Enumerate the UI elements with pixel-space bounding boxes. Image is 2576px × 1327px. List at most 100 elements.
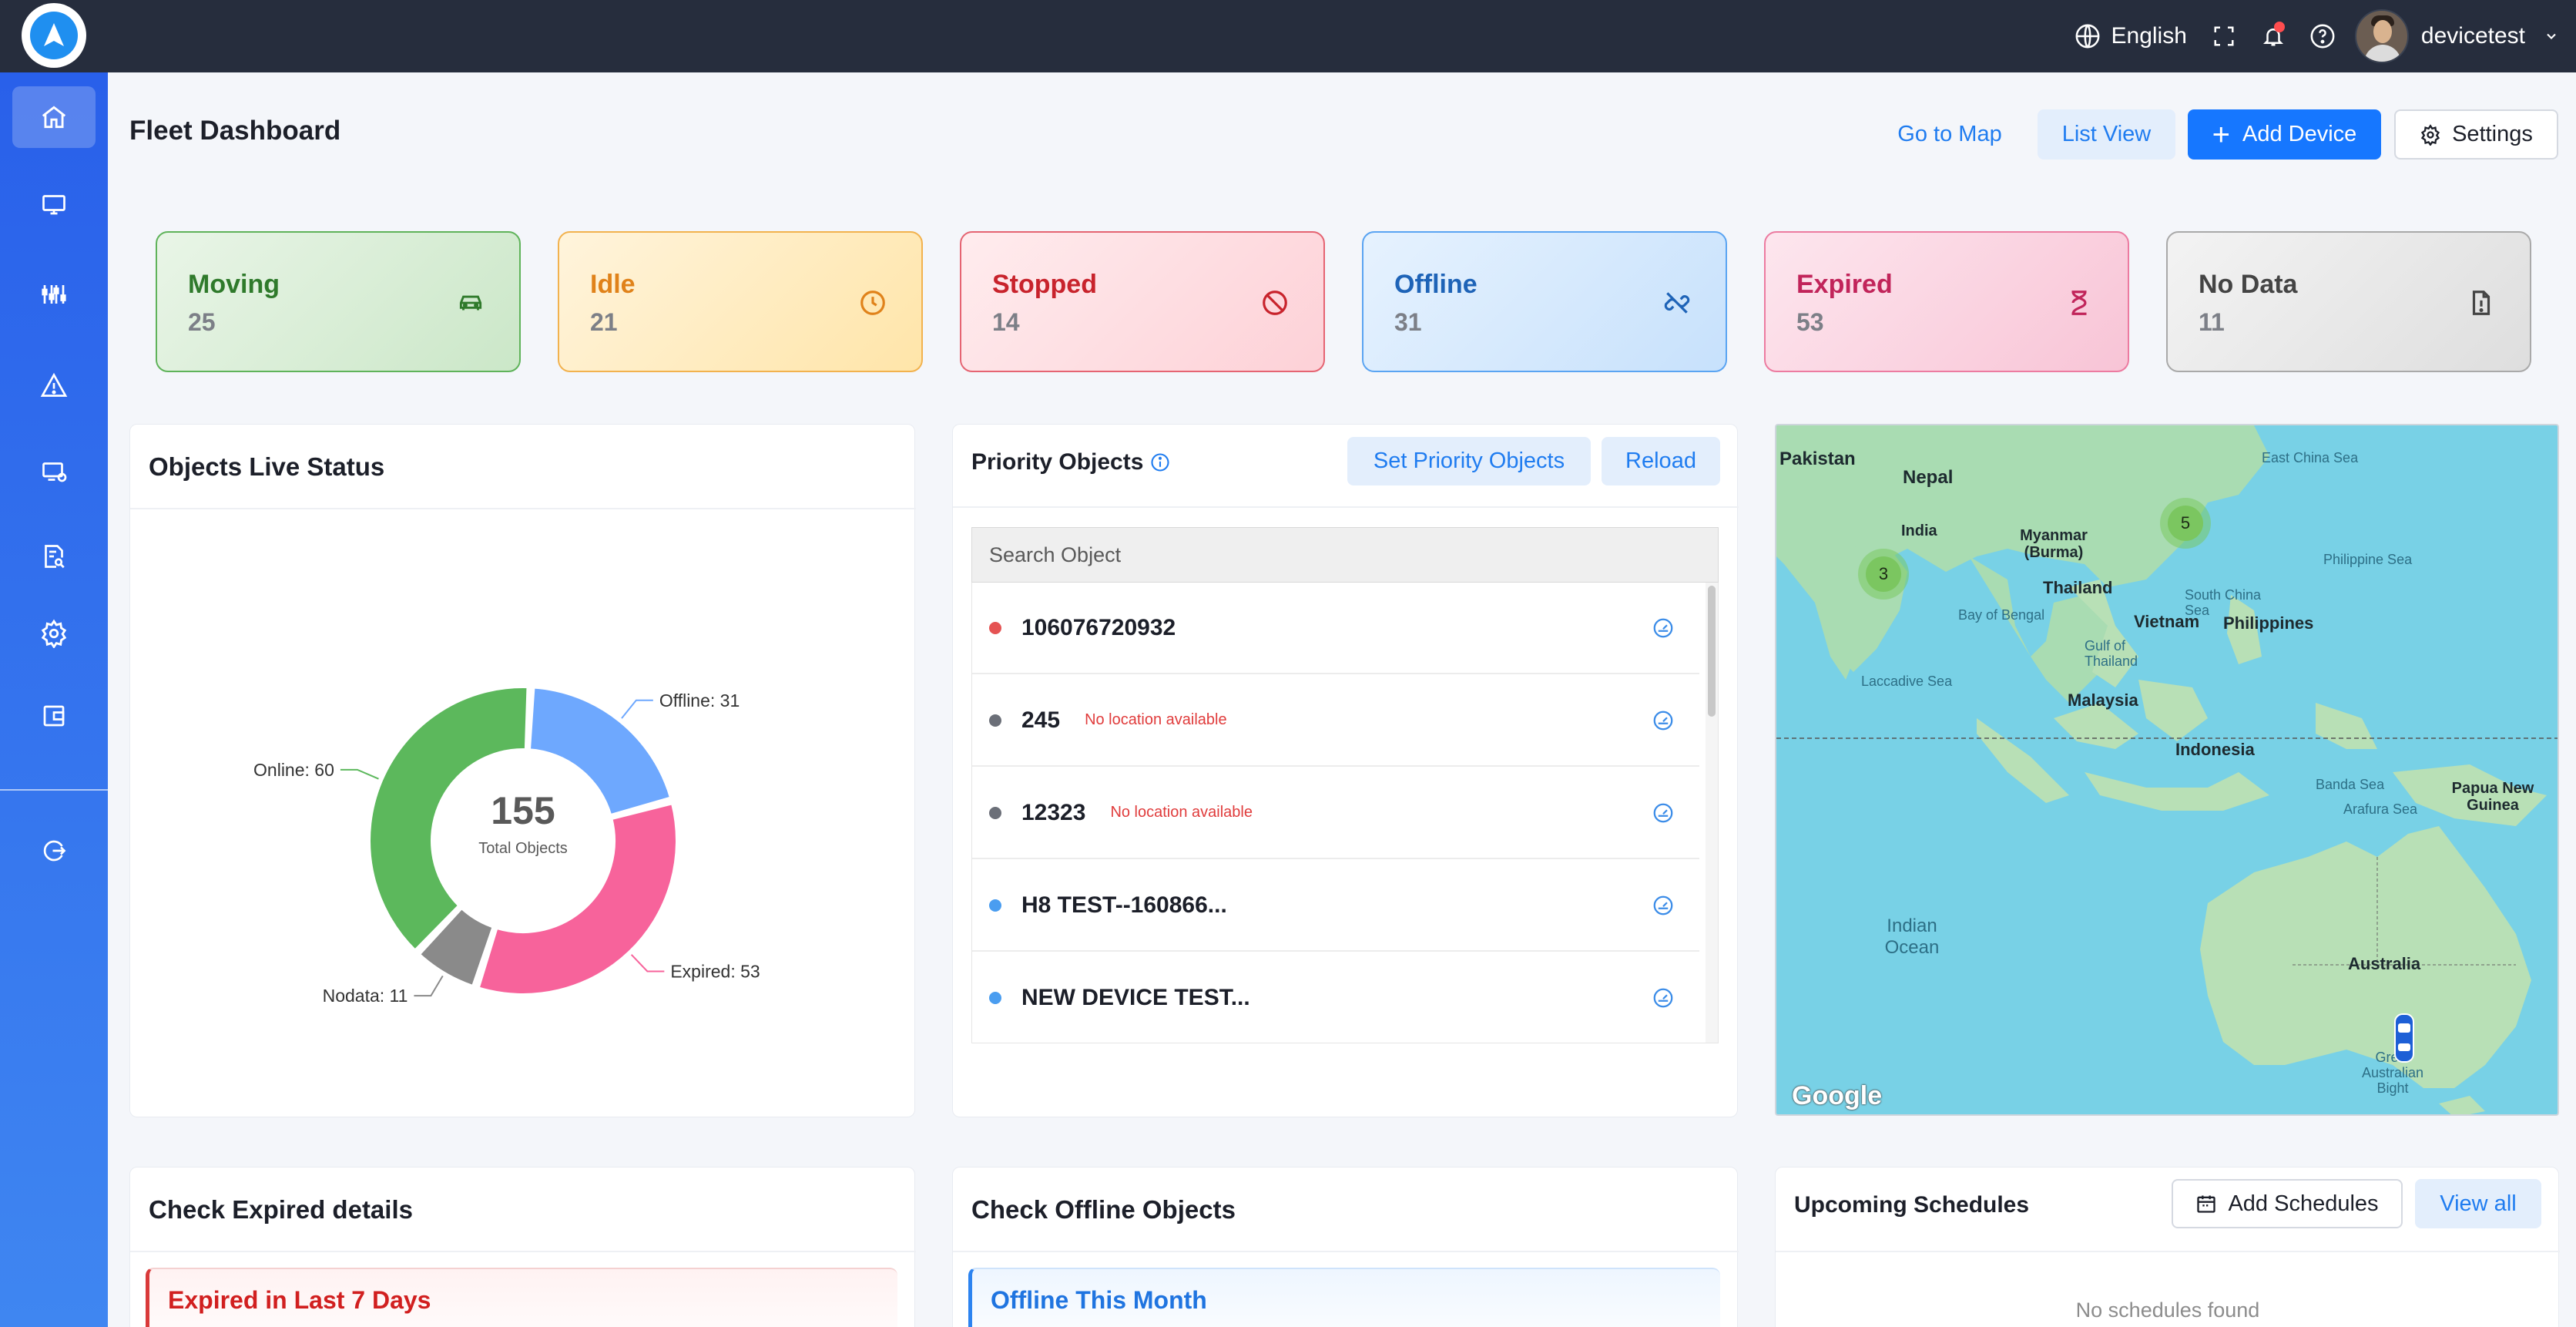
panel-title: Upcoming Schedules (1794, 1192, 2030, 1218)
status-card-label: Stopped (992, 270, 1097, 299)
sidebar-item-alerts[interactable] (12, 354, 96, 416)
status-card-offline[interactable]: Offline 31 (1362, 231, 1727, 372)
go-to-map-button[interactable]: Go to Map (1884, 109, 2015, 160)
set-priority-objects-button[interactable]: Set Priority Objects (1347, 437, 1591, 485)
priority-objects-panel: Priority Objects Set Priority Objects Re… (952, 424, 1739, 1117)
object-name: H8 TEST--160866... (1021, 892, 1227, 918)
sidebar-item-controls[interactable] (12, 264, 96, 325)
status-dot (989, 991, 1001, 1004)
map-label: India (1901, 522, 1937, 539)
status-card-no-data[interactable]: No Data 11 (2166, 231, 2531, 372)
username[interactable]: devicetest (2421, 23, 2525, 49)
scrollbar-thumb[interactable] (1708, 586, 1716, 717)
sidebar-item-home[interactable] (12, 86, 96, 148)
status-card-value: 53 (1796, 308, 1824, 336)
map-label: Pakistan (1779, 448, 1856, 469)
sidebar-item-settings[interactable] (12, 603, 96, 664)
status-card-stopped[interactable]: Stopped 14 (960, 231, 1325, 372)
language-selector[interactable]: English (2075, 23, 2187, 49)
map-label: Nepal (1903, 467, 1954, 488)
help-icon[interactable] (2307, 21, 2338, 52)
donut-total-label: Total Objects (478, 840, 568, 857)
expired-last-7-days-card[interactable]: Expired in Last 7 Days (146, 1268, 897, 1327)
status-card-value: 31 (1394, 308, 1422, 336)
calendar-icon (2197, 1195, 2216, 1213)
empty-schedules-message: No schedules found (2075, 1298, 2260, 1322)
add-schedules-button[interactable]: Add Schedules (2172, 1179, 2403, 1228)
card-title: Expired in Last 7 Days (168, 1286, 431, 1314)
app-logo[interactable] (22, 3, 86, 68)
list-item[interactable]: 245 No location available (972, 675, 1699, 767)
list-item[interactable]: 12323 No location available (972, 768, 1699, 859)
panel-title: Check Offline Objects (971, 1195, 1236, 1224)
hourglass-icon (2063, 287, 2095, 319)
map-label: Indonesia (2175, 740, 2255, 759)
wallet-icon (43, 705, 65, 727)
navigation-arrow-icon (44, 23, 64, 46)
map-attribution: Google (1792, 1081, 1883, 1110)
settings-button[interactable]: Settings (2394, 109, 2558, 160)
scrollbar[interactable] (1706, 583, 1718, 1043)
list-item[interactable]: NEW DEVICE TEST... (972, 952, 1699, 1043)
map-sea-label: Philippine Sea (2323, 552, 2413, 567)
fullscreen-icon[interactable] (2209, 21, 2239, 52)
status-card-label: Idle (590, 270, 636, 299)
object-name: 12323 (1021, 799, 1086, 825)
map-cluster[interactable]: 3 (1858, 549, 1909, 600)
priority-list: 106076720932 245 No location available 1… (971, 583, 1719, 1043)
map-sea-label: South China Sea (2185, 587, 2262, 618)
add-device-button[interactable]: + Add Device (2188, 109, 2381, 160)
notification-badge (2273, 22, 2285, 32)
speedometer-icon[interactable] (1652, 894, 1675, 917)
map-sea-label: Indian Ocean (1884, 915, 1940, 958)
sidebar-item-billing[interactable] (12, 685, 96, 747)
add-device-label: Add Device (2242, 122, 2357, 146)
map-label: Thailand (2043, 578, 2113, 597)
list-view-button[interactable]: List View (2038, 109, 2175, 160)
file-alert-icon (2465, 287, 2497, 319)
reload-button[interactable]: Reload (1602, 437, 1720, 485)
status-card-idle[interactable]: Idle 21 (558, 231, 923, 372)
map-cluster[interactable]: 5 (2160, 498, 2211, 549)
map-panel[interactable]: Pakistan Nepal India Myanmar (Burma) Tha… (1775, 424, 2559, 1116)
speedometer-icon[interactable] (1652, 616, 1675, 640)
home-icon (42, 106, 66, 129)
view-all-button[interactable]: View all (2415, 1179, 2541, 1228)
notification-bell-icon[interactable] (2258, 21, 2289, 52)
search-object-input[interactable]: Search Object (971, 527, 1719, 583)
status-card-moving[interactable]: Moving 25 (156, 231, 521, 372)
status-card-value: 14 (992, 308, 1020, 336)
speedometer-icon[interactable] (1652, 801, 1675, 825)
unlink-icon (1661, 287, 1693, 319)
speedometer-icon[interactable] (1652, 709, 1675, 732)
map-sea-label: Laccadive Sea (1861, 674, 1953, 689)
status-dot (989, 714, 1001, 727)
sidebar-item-devices[interactable] (12, 173, 96, 235)
list-item[interactable]: H8 TEST--160866... (972, 860, 1699, 952)
status-dot (989, 806, 1001, 819)
info-icon[interactable] (1149, 452, 1171, 473)
list-item[interactable]: 106076720932 (972, 583, 1699, 674)
status-card-value: 21 (590, 308, 618, 336)
cluster-count: 5 (2168, 506, 2203, 541)
report-search-icon (45, 545, 65, 569)
ban-icon (1259, 287, 1291, 319)
sidebar-item-logout[interactable] (12, 820, 96, 882)
clock-icon (857, 287, 889, 319)
offline-this-month-card[interactable]: Offline This Month (968, 1268, 1720, 1327)
status-card-expired[interactable]: Expired 53 (1764, 231, 2129, 372)
cluster-count: 3 (1866, 556, 1901, 592)
sidebar-item-screen-settings[interactable] (12, 441, 96, 502)
map-label: Malaysia (2068, 690, 2138, 710)
avatar[interactable] (2354, 9, 2409, 63)
vehicle-marker-icon[interactable] (2393, 1013, 2416, 1063)
sidebar-divider (0, 789, 108, 791)
panel-title: Objects Live Status (149, 452, 385, 481)
status-card-label: Expired (1796, 270, 1893, 299)
status-dot (989, 621, 1001, 634)
monitor-icon (42, 195, 65, 215)
chevron-down-icon[interactable] (2544, 29, 2559, 44)
speedometer-icon[interactable] (1652, 986, 1675, 1010)
sidebar-item-reports[interactable] (12, 526, 96, 587)
status-card-label: No Data (2199, 270, 2298, 299)
